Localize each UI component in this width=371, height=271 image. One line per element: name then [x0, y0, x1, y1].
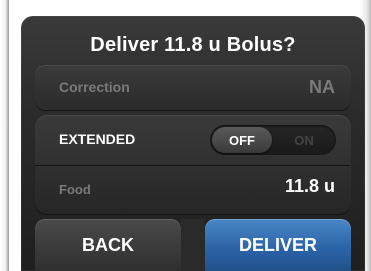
- extended-label: EXTENDED: [59, 131, 136, 147]
- deliver-button[interactable]: DELIVER: [205, 219, 351, 271]
- button-separator: [181, 219, 205, 271]
- group-divider: [35, 165, 351, 166]
- correction-value: NA: [309, 77, 335, 97]
- device-edge: [0, 0, 9, 271]
- toggle-on-option[interactable]: ON: [274, 127, 334, 153]
- device-frame: Deliver 11.8 u Bolus? Correction NA EXTE…: [0, 0, 371, 271]
- toggle-off-option[interactable]: OFF: [212, 127, 272, 153]
- dialog-title: Deliver 11.8 u Bolus?: [90, 34, 296, 56]
- back-button[interactable]: BACK: [35, 219, 181, 271]
- correction-label: Correction: [59, 79, 130, 95]
- food-value: 11.8 u: [284, 176, 335, 196]
- food-label: Food: [59, 182, 91, 197]
- bolus-confirmation-screen: Deliver 11.8 u Bolus? Correction NA EXTE…: [21, 16, 365, 271]
- extended-toggle[interactable]: OFF ON: [210, 125, 336, 155]
